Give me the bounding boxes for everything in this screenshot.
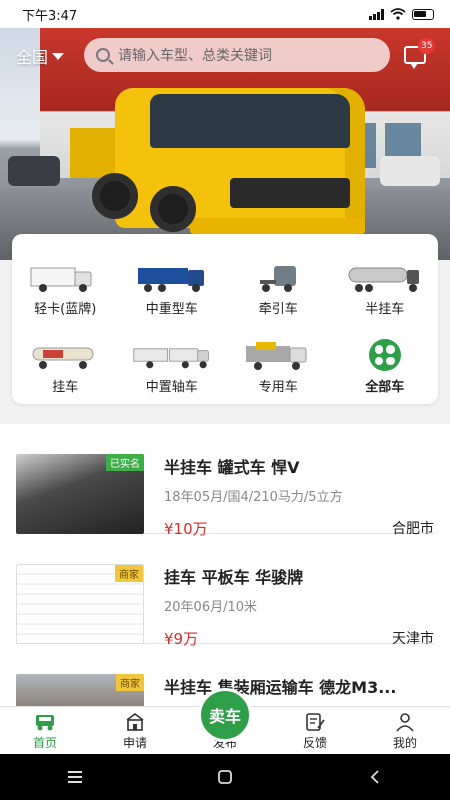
banner-van-image bbox=[380, 156, 440, 186]
listing-spec: 18年05月/国4/210马力/5立方 bbox=[164, 490, 343, 505]
status-time: 下午3:47 bbox=[22, 8, 78, 24]
system-nav-bar bbox=[0, 754, 450, 800]
list-item[interactable]: 商家 挂车 平板车 华骏牌 20年06月/10米 ¥9万 天津市 bbox=[16, 534, 434, 648]
home-nav-button[interactable] bbox=[205, 762, 245, 792]
user-icon bbox=[396, 713, 414, 732]
center-axle-truck-icon bbox=[133, 348, 209, 369]
category-all-icon-wrap bbox=[345, 338, 425, 372]
merchant-badge: 商家 bbox=[116, 674, 144, 691]
region-label: 全国 bbox=[16, 48, 49, 67]
menu-icon bbox=[68, 771, 82, 783]
back-nav-button[interactable] bbox=[355, 762, 395, 792]
verified-badge: 已实名 bbox=[106, 454, 144, 471]
caret-down-icon bbox=[52, 52, 65, 60]
back-icon bbox=[370, 770, 379, 784]
tab-feedback[interactable]: 反馈 bbox=[270, 707, 360, 754]
top-controls: 全国 请输入车型、总类关键词 35 bbox=[0, 36, 450, 76]
search-bar[interactable]: 请输入车型、总类关键词 bbox=[84, 38, 390, 72]
category-label: 半挂车 bbox=[365, 302, 405, 317]
wifi-icon bbox=[390, 8, 406, 20]
category-heavy-truck[interactable]: 中重型车 bbox=[119, 242, 226, 320]
menu-nav-button[interactable] bbox=[55, 762, 95, 792]
category-label: 牵引车 bbox=[258, 302, 298, 317]
listing-title: 挂车 平板车 华骏牌 bbox=[164, 568, 304, 587]
tractor-truck-icon bbox=[260, 266, 297, 292]
category-all[interactable]: 全部车 bbox=[332, 320, 439, 398]
region-selector[interactable]: 全国 bbox=[16, 44, 65, 68]
tab-label: 反馈 bbox=[302, 736, 327, 750]
listing-thumbnail: 商家 bbox=[16, 674, 144, 706]
tab-mine[interactable]: 我的 bbox=[360, 707, 450, 754]
edit-note-icon bbox=[306, 713, 325, 731]
semi-trailer-icon bbox=[348, 267, 419, 292]
trailer-icon bbox=[32, 347, 94, 369]
category-label: 中置轴车 bbox=[145, 380, 198, 395]
status-bar: 下午3:47 bbox=[0, 0, 450, 28]
truck-grille bbox=[230, 178, 350, 208]
tab-label: 申请 bbox=[122, 736, 147, 750]
truck-wheel bbox=[92, 173, 138, 219]
light-truck-icon bbox=[30, 267, 92, 292]
battery-icon bbox=[412, 8, 434, 20]
tab-apply[interactable]: 申请 bbox=[90, 707, 180, 754]
category-label: 轻卡(蓝牌) bbox=[34, 302, 97, 317]
special-vehicle-icon bbox=[246, 342, 307, 370]
list-item[interactable]: 已实名 半挂车 罐式车 悍V 18年05月/国4/210马力/5立方 ¥10万 … bbox=[16, 424, 434, 538]
listing-title: 半挂车 罐式车 悍V bbox=[164, 458, 300, 477]
search-icon bbox=[96, 48, 110, 62]
heavy-truck-icon bbox=[137, 268, 204, 292]
category-trailer[interactable]: 挂车 bbox=[12, 320, 119, 398]
sell-car-button[interactable]: 卖车 bbox=[198, 688, 252, 742]
listing-title: 半挂车 集装厢运输车 德龙M3... bbox=[164, 678, 397, 697]
category-label: 挂车 bbox=[52, 380, 79, 395]
signal-icon bbox=[369, 8, 384, 20]
listing-spec: 20年06月/10米 bbox=[164, 600, 258, 615]
message-badge: 35 bbox=[418, 38, 436, 54]
tab-label: 我的 bbox=[392, 736, 417, 750]
square-icon bbox=[218, 770, 232, 784]
category-special-vehicle[interactable]: 专用车 bbox=[225, 320, 332, 398]
category-semi-trailer[interactable]: 半挂车 bbox=[332, 242, 439, 320]
tab-label: 首页 bbox=[32, 736, 57, 750]
listing-thumbnail: 商家 bbox=[16, 564, 144, 644]
merchant-badge: 商家 bbox=[115, 565, 143, 582]
listing-list: 已实名 半挂车 罐式车 悍V 18年05月/国4/210马力/5立方 ¥10万 … bbox=[0, 424, 450, 706]
shop-icon bbox=[126, 713, 144, 731]
banner-car-image bbox=[8, 156, 60, 186]
truck-wheel bbox=[150, 186, 196, 232]
truck-bumper bbox=[190, 218, 365, 234]
status-icons bbox=[369, 8, 434, 20]
listing-thumbnail: 已实名 bbox=[16, 454, 144, 534]
category-label: 全部车 bbox=[365, 380, 405, 395]
tab-home[interactable]: 首页 bbox=[0, 707, 90, 754]
category-tractor[interactable]: 牵引车 bbox=[225, 242, 332, 320]
search-placeholder: 请输入车型、总类关键词 bbox=[118, 48, 272, 64]
category-label: 专用车 bbox=[258, 380, 298, 395]
clover-icon bbox=[368, 339, 401, 371]
truck-windshield bbox=[150, 94, 350, 148]
category-grid: 轻卡(蓝牌) 中重型车 牵引车 半挂车 挂车 中置轴车 专用车 全部车 bbox=[12, 234, 438, 398]
home-truck-icon bbox=[36, 715, 54, 731]
category-card: 轻卡(蓝牌) 中重型车 牵引车 半挂车 挂车 中置轴车 专用车 全部车 bbox=[12, 234, 438, 404]
category-label: 中重型车 bbox=[145, 302, 198, 317]
category-light-truck[interactable]: 轻卡(蓝牌) bbox=[12, 242, 119, 320]
category-center-axle[interactable]: 中置轴车 bbox=[119, 320, 226, 398]
